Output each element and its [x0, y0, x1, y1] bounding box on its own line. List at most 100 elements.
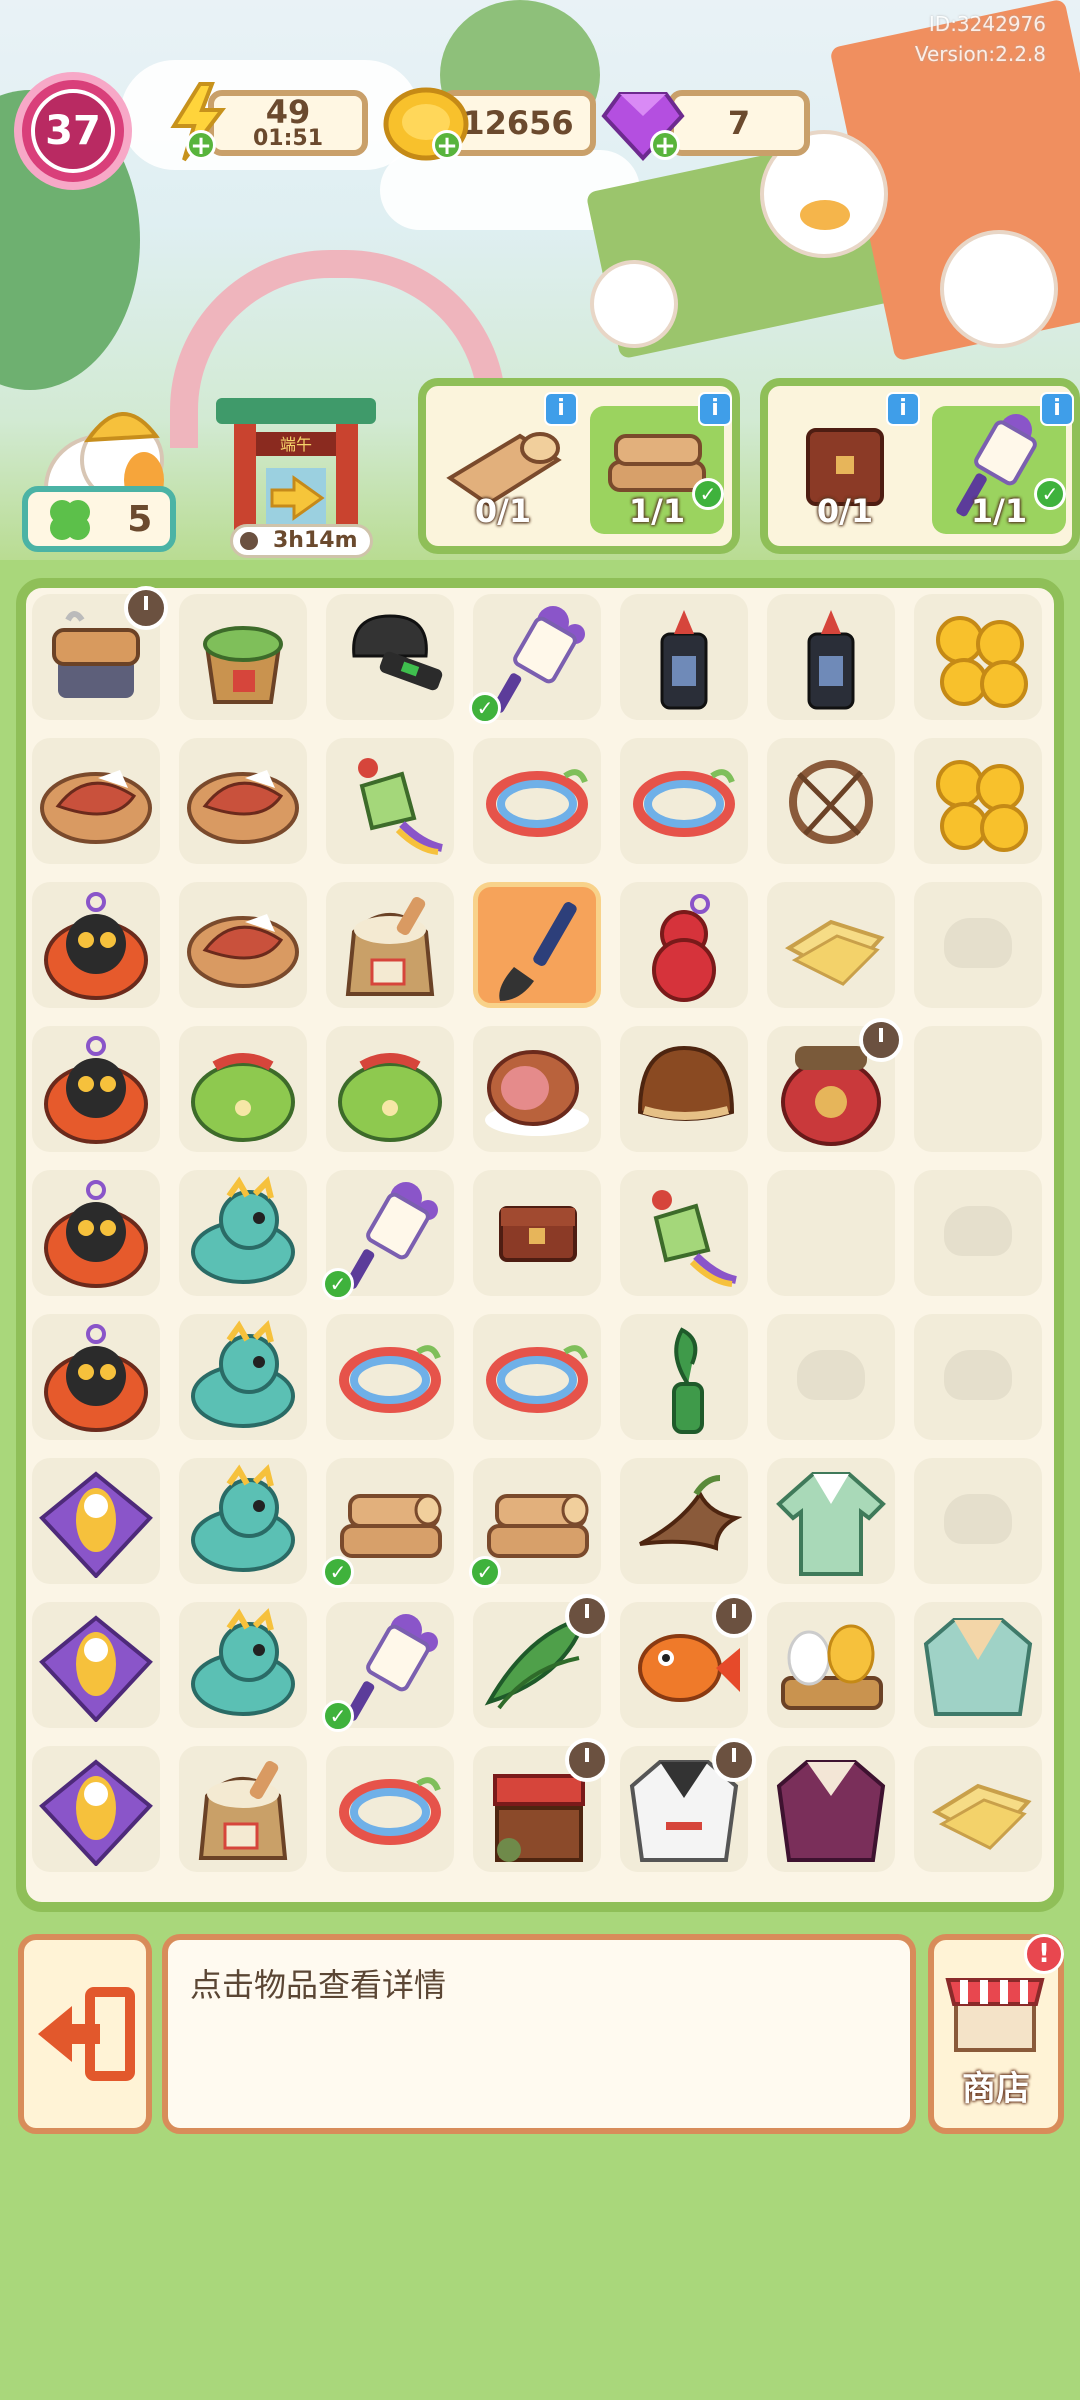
level-number: 37 [31, 89, 115, 173]
check-icon: ✓ [469, 1556, 501, 1588]
info-icon[interactable]: i [544, 392, 578, 426]
board-cell[interactable] [32, 1314, 160, 1440]
board-cell[interactable]: ✓ [469, 594, 601, 724]
locked-bag-icon [944, 1494, 1012, 1544]
ham-plate-icon [187, 914, 299, 988]
board-cell[interactable] [620, 1458, 748, 1584]
board-cell[interactable] [179, 1170, 307, 1296]
board-cell[interactable] [326, 1314, 454, 1440]
locked-cell[interactable] [914, 882, 1042, 1008]
egg-basket-icon [781, 1624, 883, 1710]
board-cell[interactable] [620, 1314, 748, 1440]
board-cell[interactable] [179, 1314, 307, 1440]
board-cell[interactable] [473, 1738, 609, 1872]
board-cell[interactable] [914, 594, 1042, 720]
info-icon[interactable]: i [1040, 392, 1074, 426]
board-cell[interactable] [620, 1026, 748, 1152]
order-item[interactable]: i ✓ 1/1 [590, 392, 732, 534]
locked-cell[interactable] [914, 1314, 1042, 1440]
board-cell[interactable] [326, 1746, 454, 1872]
empty-cell[interactable] [914, 1026, 1042, 1152]
board-cell[interactable]: ✓ [469, 1458, 601, 1588]
board-cell[interactable] [473, 738, 601, 864]
board-cell[interactable] [326, 594, 454, 720]
board-cell[interactable] [914, 738, 1042, 864]
timer-clock-icon [565, 1738, 609, 1782]
board-cell[interactable] [767, 1018, 903, 1152]
board-cell[interactable] [32, 1746, 160, 1872]
order-card-1[interactable]: i 0/1 i ✓ 1/1 [418, 378, 740, 554]
board-cell[interactable] [326, 882, 454, 1008]
timer-clock-icon [712, 1738, 756, 1782]
board-cell[interactable]: ✓ [322, 1170, 454, 1300]
board-cell[interactable] [32, 1026, 160, 1152]
board-cell[interactable] [620, 1738, 756, 1872]
board-cell[interactable] [32, 882, 160, 1008]
board-cell[interactable]: ✓ [322, 1602, 454, 1732]
exit-button[interactable] [18, 1934, 152, 2134]
board-cell[interactable] [620, 594, 748, 720]
board-cell[interactable] [914, 1602, 1042, 1728]
board-cell[interactable] [767, 1602, 895, 1728]
board-cell[interactable] [179, 1602, 307, 1728]
board-cell[interactable] [179, 594, 307, 720]
ham-plate-icon [40, 770, 152, 844]
board-cell[interactable] [326, 1026, 454, 1152]
order-card-2[interactable]: i 0/1 i ✓ 1/1 [760, 378, 1080, 554]
board-cell[interactable] [32, 1602, 160, 1728]
green-pouch-icon [191, 1053, 295, 1142]
locked-cell[interactable] [914, 1458, 1042, 1584]
board-cell[interactable] [767, 738, 895, 864]
locked-cell[interactable] [767, 1314, 895, 1440]
ham-plate-icon [187, 770, 299, 844]
board-cell[interactable] [620, 882, 748, 1008]
board-cell[interactable] [326, 738, 454, 864]
board-cell[interactable] [473, 1594, 609, 1728]
board-cell[interactable] [767, 1746, 895, 1872]
tiger-sachet-icon [44, 1036, 148, 1144]
add-energy-button[interactable]: + [186, 130, 216, 160]
board-cell[interactable] [620, 1170, 748, 1296]
board-cell[interactable] [179, 882, 307, 1008]
board-cell[interactable] [767, 1458, 895, 1584]
order-item[interactable]: i 0/1 [778, 392, 920, 534]
helper-count-badge[interactable]: 5 [22, 486, 176, 552]
board-cell[interactable] [32, 1458, 160, 1584]
timer-clock-icon [859, 1018, 903, 1062]
board-cell[interactable] [620, 738, 748, 864]
board-cell[interactable] [473, 882, 601, 1008]
board-cell[interactable] [473, 1026, 601, 1152]
locked-bag-icon [797, 1350, 865, 1400]
twig-wreath-icon [789, 760, 873, 844]
board-cell[interactable] [767, 594, 895, 720]
board-cell[interactable] [914, 1746, 1042, 1872]
add-gems-button[interactable]: + [650, 130, 680, 160]
info-icon[interactable]: i [698, 392, 732, 426]
energy-value: 49 [265, 93, 311, 131]
info-icon[interactable]: i [886, 392, 920, 426]
board-cell[interactable] [767, 882, 895, 1008]
board-cell[interactable] [32, 738, 160, 864]
board-cell[interactable] [179, 738, 307, 864]
shop-button[interactable]: ! 商店 [928, 1934, 1064, 2134]
locked-cell[interactable] [914, 1170, 1042, 1296]
gem-counter[interactable]: 7 [668, 90, 810, 156]
order-item[interactable]: i ✓ 1/1 [932, 392, 1074, 534]
board-cell[interactable] [473, 1314, 601, 1440]
add-coins-button[interactable]: + [432, 130, 462, 160]
dragon-icon [191, 1608, 295, 1716]
board-cell[interactable] [179, 1026, 307, 1152]
board-cell[interactable] [32, 1170, 160, 1296]
board-cell[interactable] [473, 1170, 601, 1296]
swallow-kite-icon [39, 1759, 153, 1866]
board-cell[interactable] [179, 1458, 307, 1584]
board-cell[interactable] [32, 586, 168, 720]
order-item[interactable]: i 0/1 [436, 392, 578, 534]
board-cell[interactable]: ✓ [322, 1458, 454, 1588]
board-cell[interactable] [179, 1746, 307, 1872]
empty-cell[interactable] [767, 1170, 895, 1296]
board-cell[interactable] [620, 1594, 756, 1728]
swallow-kite-icon [39, 1471, 153, 1578]
level-badge[interactable]: 37 [14, 72, 132, 190]
dragon-boat-gate-icon[interactable]: 端午 [206, 378, 386, 538]
